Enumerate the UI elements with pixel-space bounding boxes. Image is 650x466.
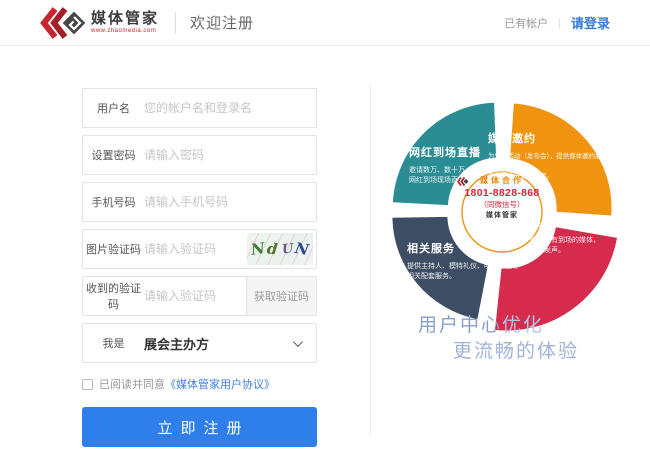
- tagline-line1: 用户中心优化: [418, 310, 544, 337]
- captcha-char: d: [266, 240, 278, 259]
- header-pipe: |: [558, 17, 561, 29]
- label-media-invite: 媒体邀约 为您的活动（发布会），提供媒体邀约服务， 邀请媒体来现场报道。: [488, 130, 612, 182]
- username-label: 用户名: [83, 100, 144, 116]
- get-sms-code-button[interactable]: 获取验证码: [246, 277, 316, 315]
- image-captcha-input[interactable]: [144, 242, 247, 256]
- header-divider: [175, 12, 176, 34]
- password-label: 设置密码: [83, 147, 144, 163]
- login-link[interactable]: 请登录: [571, 13, 610, 32]
- logo-title: 媒体管家: [91, 11, 159, 26]
- role-value: 展会主办方: [144, 334, 293, 353]
- segment-title: 媒体邀约: [488, 130, 612, 146]
- center-title: 媒体合作: [457, 177, 547, 185]
- captcha-image[interactable]: N d U N: [247, 233, 313, 265]
- image-captcha-field-row: 图片验证码 N d U N: [82, 229, 317, 269]
- phone-label: 手机号码: [83, 194, 144, 210]
- register-form: 用户名 设置密码 手机号码 图片验证码 N d U N 收到的验证码 获取验证码…: [82, 88, 317, 447]
- center-brand: 媒体管家: [486, 212, 518, 219]
- chevron-down-icon: [293, 337, 303, 347]
- agreement-row: 已阅读并同意 《媒体管家用户协议》: [82, 376, 317, 392]
- agreement-checkbox[interactable]: [82, 379, 93, 390]
- logo-icon: [40, 6, 86, 40]
- label-related-services: 相关服务 提供主持人、模特礼仪、明星邀请等 相关配套服务。: [407, 240, 519, 282]
- agreement-text: 已阅读并同意: [99, 376, 165, 392]
- wechat-note: （同微信号）: [457, 201, 547, 209]
- password-input[interactable]: [144, 148, 316, 162]
- sms-code-input[interactable]: [144, 289, 246, 303]
- page-title: 欢迎注册: [190, 12, 254, 33]
- sms-code-label: 收到的验证码: [83, 280, 144, 312]
- user-agreement-link[interactable]: 《媒体管家用户协议》: [165, 376, 275, 392]
- password-field-row: 设置密码: [82, 135, 317, 175]
- services-donut-chart: 网红到场直播 邀请数万、数十万、数百万粉丝的 网红到场现场直播。 媒体邀约 为您…: [385, 90, 625, 340]
- vertical-divider: [370, 84, 371, 436]
- image-captcha-label: 图片验证码: [83, 241, 144, 257]
- logo[interactable]: 媒体管家 www.zhaomedia.com: [40, 6, 159, 40]
- username-field-row: 用户名: [82, 88, 317, 128]
- register-button[interactable]: 立即注册: [82, 407, 317, 447]
- captcha-char: N: [250, 239, 266, 259]
- segment-title: 相关服务: [407, 240, 519, 256]
- segment-desc: 提供主持人、模特礼仪、明星邀请等 相关配套服务。: [407, 262, 519, 282]
- mini-logo-icon: [457, 177, 468, 186]
- captcha-char: N: [294, 239, 311, 259]
- role-select[interactable]: 我是 展会主办方: [82, 323, 317, 363]
- center-contact-badge: 媒体合作 1801-8828-868 （同微信号） 媒体管家: [457, 177, 547, 219]
- sms-code-field-row: 收到的验证码 获取验证码: [82, 276, 317, 316]
- header: 媒体管家 www.zhaomedia.com 欢迎注册 已有帐户 | 请登录: [0, 0, 650, 46]
- contact-phone: 1801-8828-868: [457, 188, 547, 199]
- segment-desc: 联系没有到场的媒体， 辅助发声。: [530, 236, 616, 256]
- have-account-label: 已有帐户: [504, 15, 548, 31]
- role-label: 我是: [83, 335, 144, 351]
- phone-field-row: 手机号码: [82, 182, 317, 222]
- label-media-voice: 媒体辅助发声 联系没有到场的媒体， 辅助发声。: [530, 214, 616, 256]
- logo-subtitle: www.zhaomedia.com: [91, 28, 159, 34]
- username-input[interactable]: [144, 101, 316, 115]
- tagline-line2: 更流畅的体验: [453, 336, 579, 363]
- phone-input[interactable]: [144, 195, 316, 209]
- captcha-char: U: [281, 241, 294, 257]
